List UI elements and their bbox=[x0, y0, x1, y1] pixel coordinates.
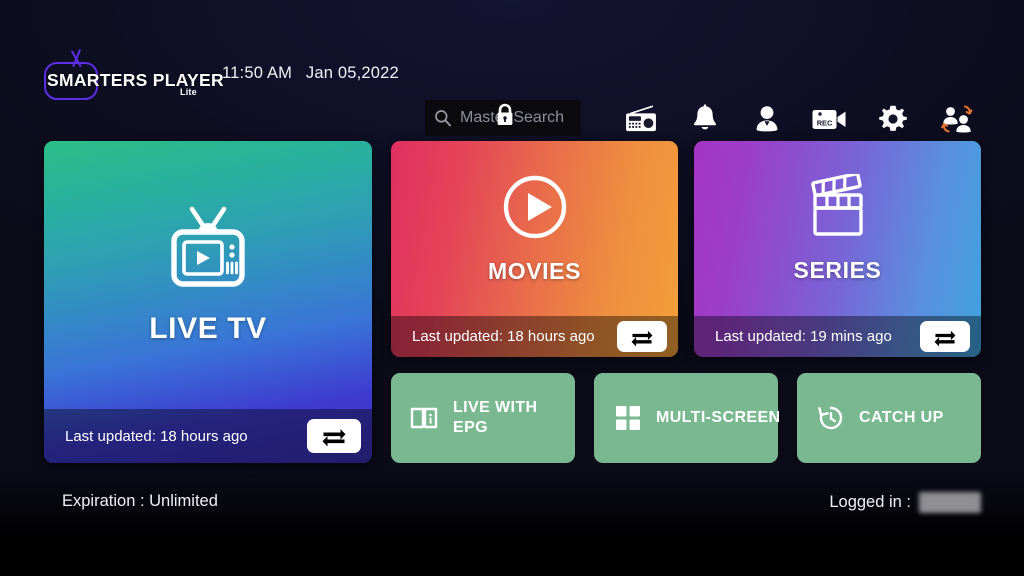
tile-catch-up[interactable]: CATCH UP bbox=[797, 373, 981, 463]
tile-catch-up-label: CATCH UP bbox=[859, 409, 944, 426]
card-movies-last-updated: Last updated: 18 hours ago bbox=[412, 328, 595, 345]
tile-multi-screen-label: MULTI-SCREEN bbox=[656, 409, 781, 426]
card-live-tv-title: LIVE TV bbox=[149, 311, 267, 345]
app-logo-name: SMARTERS PLAYER bbox=[47, 70, 224, 90]
app-header: SMARTERS PLAYER Lite 11:50 AM Jan 05,202… bbox=[0, 44, 1024, 136]
play-circle-icon bbox=[501, 173, 569, 246]
app-footer: Expiration : Unlimited Logged in : bbox=[0, 487, 1024, 527]
tile-multi-screen[interactable]: MULTI-SCREEN bbox=[594, 373, 781, 463]
retro-tv-play-icon bbox=[162, 205, 254, 298]
radio-icon[interactable] bbox=[621, 100, 661, 138]
card-movies[interactable]: MOVIES Last updated: 18 hours ago bbox=[391, 141, 678, 357]
refresh-repeat-icon[interactable] bbox=[617, 321, 667, 352]
card-movies-body: MOVIES bbox=[391, 141, 678, 316]
card-series-body: SERIES bbox=[694, 141, 981, 316]
tile-live-with-epg[interactable]: LIVE WITH EPG bbox=[391, 373, 575, 463]
clapperboard-icon bbox=[801, 171, 875, 245]
card-movies-footer: Last updated: 18 hours ago bbox=[391, 316, 678, 357]
rec-camera-icon[interactable]: REC bbox=[809, 100, 849, 138]
card-series-footer: Last updated: 19 mins ago bbox=[694, 316, 981, 357]
header-icon-group: REC bbox=[615, 100, 995, 140]
card-live-tv-last-updated: Last updated: 18 hours ago bbox=[65, 427, 248, 445]
app-root: SMARTERS PLAYER Lite 11:50 AM Jan 05,202… bbox=[0, 0, 1024, 576]
clock: 11:50 AM Jan 05,2022 bbox=[222, 64, 399, 83]
app-logo: SMARTERS PLAYER Lite bbox=[40, 46, 240, 102]
refresh-repeat-icon[interactable] bbox=[307, 419, 361, 453]
app-logo-suffix: Lite bbox=[180, 87, 197, 97]
lock-icon bbox=[494, 102, 516, 128]
grid-four-icon bbox=[613, 403, 643, 433]
logged-in-block: Logged in : bbox=[829, 492, 981, 513]
gear-icon[interactable] bbox=[873, 100, 913, 138]
card-live-tv[interactable]: LIVE TV Last updated: 18 hours ago bbox=[44, 141, 372, 463]
logged-in-username-redacted bbox=[919, 492, 981, 513]
clock-time: 11:50 AM bbox=[222, 64, 293, 82]
book-info-icon bbox=[410, 403, 440, 433]
card-series-title: SERIES bbox=[793, 256, 882, 283]
switch-user-icon[interactable] bbox=[937, 100, 977, 138]
card-live-tv-footer: Last updated: 18 hours ago bbox=[44, 409, 372, 463]
bell-icon[interactable] bbox=[685, 100, 725, 138]
card-series-last-updated: Last updated: 19 mins ago bbox=[715, 328, 892, 345]
expiration-text: Expiration : Unlimited bbox=[62, 492, 218, 510]
person-icon[interactable] bbox=[747, 100, 787, 138]
logged-in-label: Logged in : bbox=[829, 493, 911, 511]
tile-live-with-epg-label: LIVE WITH EPG bbox=[453, 399, 538, 436]
clock-date: Jan 05,2022 bbox=[305, 64, 399, 82]
search-icon bbox=[433, 108, 453, 128]
card-series[interactable]: SERIES Last updated: 19 mins ago bbox=[694, 141, 981, 357]
svg-text:REC: REC bbox=[817, 119, 833, 128]
card-live-tv-body: LIVE TV bbox=[44, 141, 372, 409]
card-movies-title: MOVIES bbox=[487, 257, 582, 284]
refresh-repeat-icon[interactable] bbox=[920, 321, 970, 352]
clock-rewind-icon bbox=[816, 403, 846, 433]
